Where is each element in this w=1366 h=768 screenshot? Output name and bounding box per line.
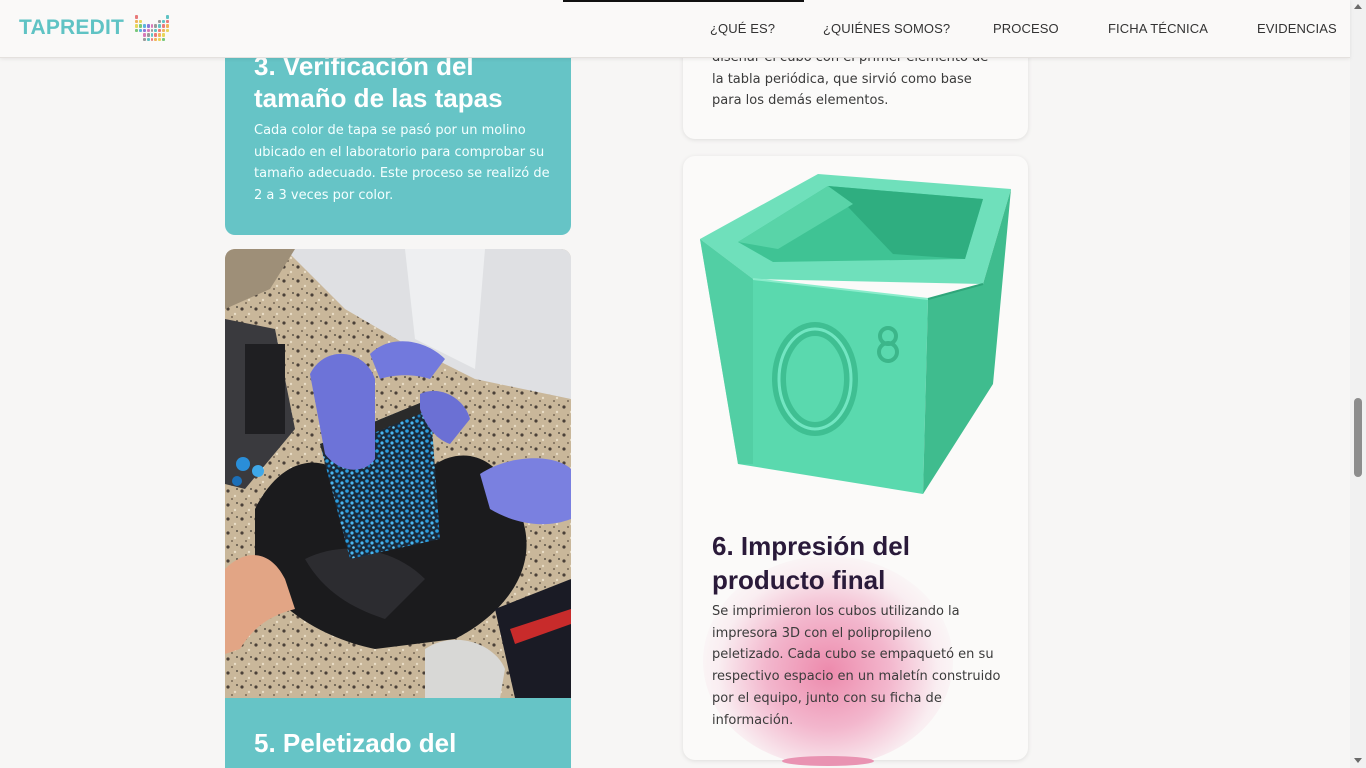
logo-cell xyxy=(166,38,169,42)
decorative-pink-blob-bottom xyxy=(782,756,874,766)
logo-cell xyxy=(146,33,150,37)
logo-cell xyxy=(158,28,162,32)
logo-cell xyxy=(154,20,157,24)
nav-link-proceso[interactable]: PROCESO xyxy=(993,21,1059,36)
logo-cell xyxy=(139,15,142,19)
logo-cell xyxy=(151,15,154,19)
logo-cell xyxy=(162,24,166,28)
nav-link-ficha-tecnica[interactable]: FICHA TÉCNICA xyxy=(1108,21,1208,36)
step-card-6: 6. Impresión del producto final Se impri… xyxy=(683,156,1028,760)
logo-cell xyxy=(135,33,138,37)
logo-cell xyxy=(142,33,146,37)
step-card-5: 5. Peletizado del xyxy=(225,698,571,768)
nav-link-que-es[interactable]: ¿QUÉ ES? xyxy=(710,21,775,36)
logo-cell xyxy=(143,20,146,24)
logo-cell xyxy=(138,19,142,23)
logo-cell xyxy=(139,33,142,37)
logo-cell xyxy=(158,24,162,28)
logo-cell xyxy=(158,33,162,37)
logo-cell xyxy=(150,24,154,28)
logo-cell xyxy=(147,20,150,24)
logo-cell xyxy=(142,28,146,32)
logo-cell xyxy=(158,15,161,19)
cube-image xyxy=(693,164,1018,499)
logo-cell xyxy=(158,37,162,41)
nav-link-evidencias[interactable]: EVIDENCIAS xyxy=(1257,21,1337,36)
logo-cell xyxy=(139,38,142,42)
logo-cell xyxy=(135,28,138,32)
logo-cell xyxy=(151,20,154,24)
logo-cell xyxy=(150,37,154,41)
step-5-title: 5. Peletizado del xyxy=(254,728,457,758)
logo-cell xyxy=(135,24,138,28)
nav-link-quienes-somos[interactable]: ¿QUIÉNES SOMOS? xyxy=(823,21,950,36)
logo-cell xyxy=(162,28,166,32)
logo-cell xyxy=(142,37,146,41)
logo-cell xyxy=(166,28,169,32)
navbar: TAPREDIT ¿QUÉ ES? ¿QUIÉNES SOMOS? PROCES… xyxy=(0,0,1350,58)
logo-cell xyxy=(135,15,138,19)
logo-cell xyxy=(162,15,165,19)
scroll-up-arrow-icon[interactable] xyxy=(1354,4,1362,9)
logo-cell xyxy=(138,24,142,28)
periodic-table-icon[interactable] xyxy=(135,15,169,41)
logo-cell xyxy=(142,24,146,28)
step-card-3: 3. Verificación del tamaño de las tapas … xyxy=(225,40,571,235)
logo-cell xyxy=(143,15,146,19)
logo-cell xyxy=(138,28,142,32)
scroll-down-arrow-icon[interactable] xyxy=(1354,758,1362,763)
logo-cell xyxy=(154,33,158,37)
page-scrollbar[interactable] xyxy=(1350,0,1366,768)
logo-cell xyxy=(135,38,138,42)
logo-cell xyxy=(166,24,169,28)
logo-cell xyxy=(162,37,166,41)
logo-cell xyxy=(162,33,166,37)
logo-cell xyxy=(150,33,154,37)
logo-cell xyxy=(162,19,166,23)
logo-cell xyxy=(166,19,169,23)
logo-cell xyxy=(154,37,158,41)
logo-cell xyxy=(147,15,150,19)
scrollbar-thumb[interactable] xyxy=(1354,398,1362,477)
logo-cell xyxy=(154,24,158,28)
logo-cell xyxy=(150,28,154,32)
logo-cell xyxy=(166,33,169,37)
logo-cell xyxy=(135,19,138,23)
logo-cell xyxy=(146,28,150,32)
step-3-title: 3. Verificación del tamaño de las tapas xyxy=(254,51,503,113)
logo-cell xyxy=(166,15,169,19)
step-6-title: 6. Impresión del producto final xyxy=(712,531,910,595)
step-3-text: Cada color de tapa se pasó por un molino… xyxy=(254,123,550,203)
logo-cell xyxy=(158,19,162,23)
logo-cell xyxy=(154,28,158,32)
logo-cell xyxy=(154,15,157,19)
logo-cell xyxy=(146,37,150,41)
video-strip xyxy=(563,0,804,2)
brand-logo-text[interactable]: TAPREDIT xyxy=(19,16,124,40)
pelletizing-photo xyxy=(225,249,571,698)
logo-cell xyxy=(146,24,150,28)
step-6-text: Se imprimieron los cubos utilizando la i… xyxy=(712,604,1001,728)
